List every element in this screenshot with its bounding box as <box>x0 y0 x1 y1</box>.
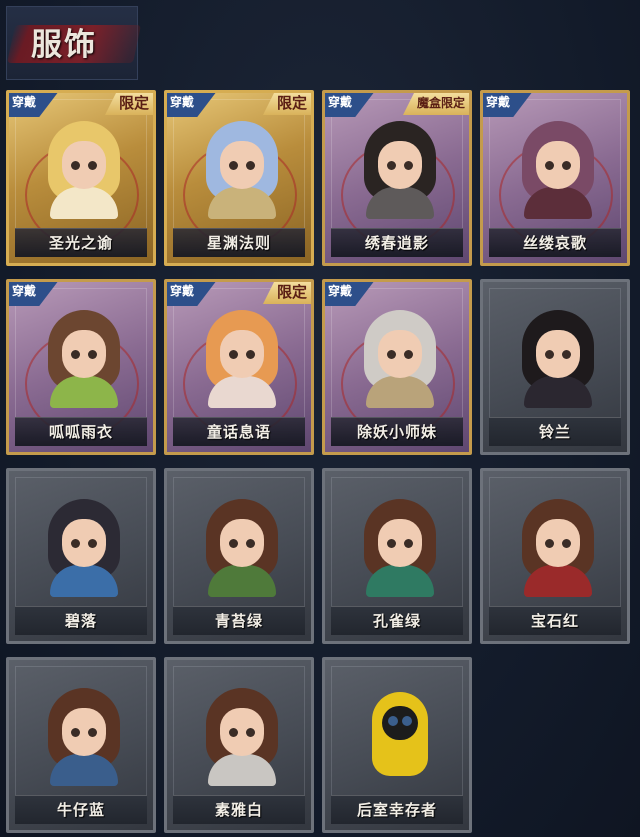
portrait-face <box>536 330 580 378</box>
skin-name: 青苔绿 <box>173 606 305 635</box>
skin-name: 圣光之谕 <box>15 228 147 257</box>
character-portrait <box>518 499 598 597</box>
skin-name: 素雅白 <box>173 795 305 824</box>
skin-card[interactable]: 牛仔蓝 <box>6 657 156 833</box>
skin-name: 碧落 <box>15 606 147 635</box>
portrait-face <box>536 141 580 189</box>
portrait-eye <box>562 539 571 548</box>
character-portrait <box>518 310 598 408</box>
portrait-eye <box>545 350 554 359</box>
portrait-face <box>62 141 106 189</box>
portrait-face <box>62 708 106 756</box>
skin-card[interactable]: 素雅白 <box>164 657 314 833</box>
portrait-eye <box>71 161 80 170</box>
portrait-eye <box>88 728 97 737</box>
skin-name: 呱呱雨衣 <box>15 417 147 446</box>
skin-card[interactable]: 铃兰 <box>480 279 630 455</box>
skin-card[interactable]: 穿戴 呱呱雨衣 <box>6 279 156 455</box>
section-header: 服饰 <box>6 6 142 80</box>
skin-name: 铃兰 <box>489 417 621 446</box>
mask-lens <box>402 716 412 726</box>
character-portrait <box>518 121 598 219</box>
skin-name: 除妖小师妹 <box>331 417 463 446</box>
portrait-eye <box>404 161 413 170</box>
portrait-eye <box>387 539 396 548</box>
skin-card[interactable]: 碧落 <box>6 468 156 644</box>
character-portrait <box>202 499 282 597</box>
portrait-eye <box>229 539 238 548</box>
character-portrait <box>360 310 440 408</box>
skin-card[interactable]: 穿戴 魔盒限定 绣春逍影 <box>322 90 472 266</box>
portrait-eye <box>246 161 255 170</box>
skin-card[interactable]: 穿戴 限定 圣光之谕 <box>6 90 156 266</box>
portrait-face <box>220 141 264 189</box>
portrait-eye <box>71 728 80 737</box>
portrait-eye <box>246 350 255 359</box>
skin-name: 丝缕哀歌 <box>489 228 621 257</box>
skin-name: 童话息语 <box>173 417 305 446</box>
character-portrait <box>44 121 124 219</box>
character-portrait <box>360 121 440 219</box>
limited-tag: 魔盒限定 <box>402 93 469 115</box>
character-portrait <box>44 310 124 408</box>
portrait-face <box>378 330 422 378</box>
portrait-eye <box>545 161 554 170</box>
portrait-eye <box>404 350 413 359</box>
character-portrait <box>44 499 124 597</box>
skin-name: 宝石红 <box>489 606 621 635</box>
skin-card[interactable]: 穿戴 限定 童话息语 <box>164 279 314 455</box>
portrait-eye <box>71 350 80 359</box>
portrait-eye <box>387 350 396 359</box>
portrait-face <box>62 519 106 567</box>
skin-card[interactable]: 宝石红 <box>480 468 630 644</box>
portrait-face <box>220 519 264 567</box>
character-portrait <box>202 121 282 219</box>
page-title: 服饰 <box>31 27 97 63</box>
portrait-eye <box>71 539 80 548</box>
portrait-eye <box>229 728 238 737</box>
skin-card[interactable]: 穿戴 限定 星渊法则 <box>164 90 314 266</box>
skin-name: 后室幸存者 <box>331 795 463 824</box>
portrait-face <box>220 330 264 378</box>
portrait-eye <box>229 350 238 359</box>
portrait-eye <box>246 728 255 737</box>
character-portrait <box>360 688 440 786</box>
skin-card[interactable]: 穿戴 丝缕哀歌 <box>480 90 630 266</box>
portrait-eye <box>88 539 97 548</box>
character-portrait <box>202 688 282 786</box>
character-portrait <box>202 310 282 408</box>
skin-name: 星渊法则 <box>173 228 305 257</box>
portrait-eye <box>88 350 97 359</box>
skin-card[interactable]: 孔雀绿 <box>322 468 472 644</box>
portrait-face <box>378 141 422 189</box>
portrait-eye <box>562 350 571 359</box>
skin-card[interactable]: 青苔绿 <box>164 468 314 644</box>
limited-tag: 限定 <box>262 282 311 304</box>
skin-name: 牛仔蓝 <box>15 795 147 824</box>
portrait-eye <box>404 539 413 548</box>
character-portrait <box>360 499 440 597</box>
mask-lens <box>388 716 398 726</box>
portrait-face <box>62 330 106 378</box>
skin-name: 孔雀绿 <box>331 606 463 635</box>
limited-tag: 限定 <box>104 93 153 115</box>
character-portrait <box>44 688 124 786</box>
portrait-face <box>536 519 580 567</box>
portrait-face <box>378 519 422 567</box>
limited-tag: 限定 <box>262 93 311 115</box>
portrait-face <box>220 708 264 756</box>
skin-card[interactable]: 后室幸存者 <box>322 657 472 833</box>
portrait-eye <box>88 161 97 170</box>
portrait-eye <box>545 539 554 548</box>
portrait-eye <box>387 161 396 170</box>
portrait-eye <box>562 161 571 170</box>
portrait-eye <box>229 161 238 170</box>
gas-mask <box>382 706 418 740</box>
portrait-eye <box>246 539 255 548</box>
skin-name: 绣春逍影 <box>331 228 463 257</box>
skin-card[interactable]: 穿戴 除妖小师妹 <box>322 279 472 455</box>
